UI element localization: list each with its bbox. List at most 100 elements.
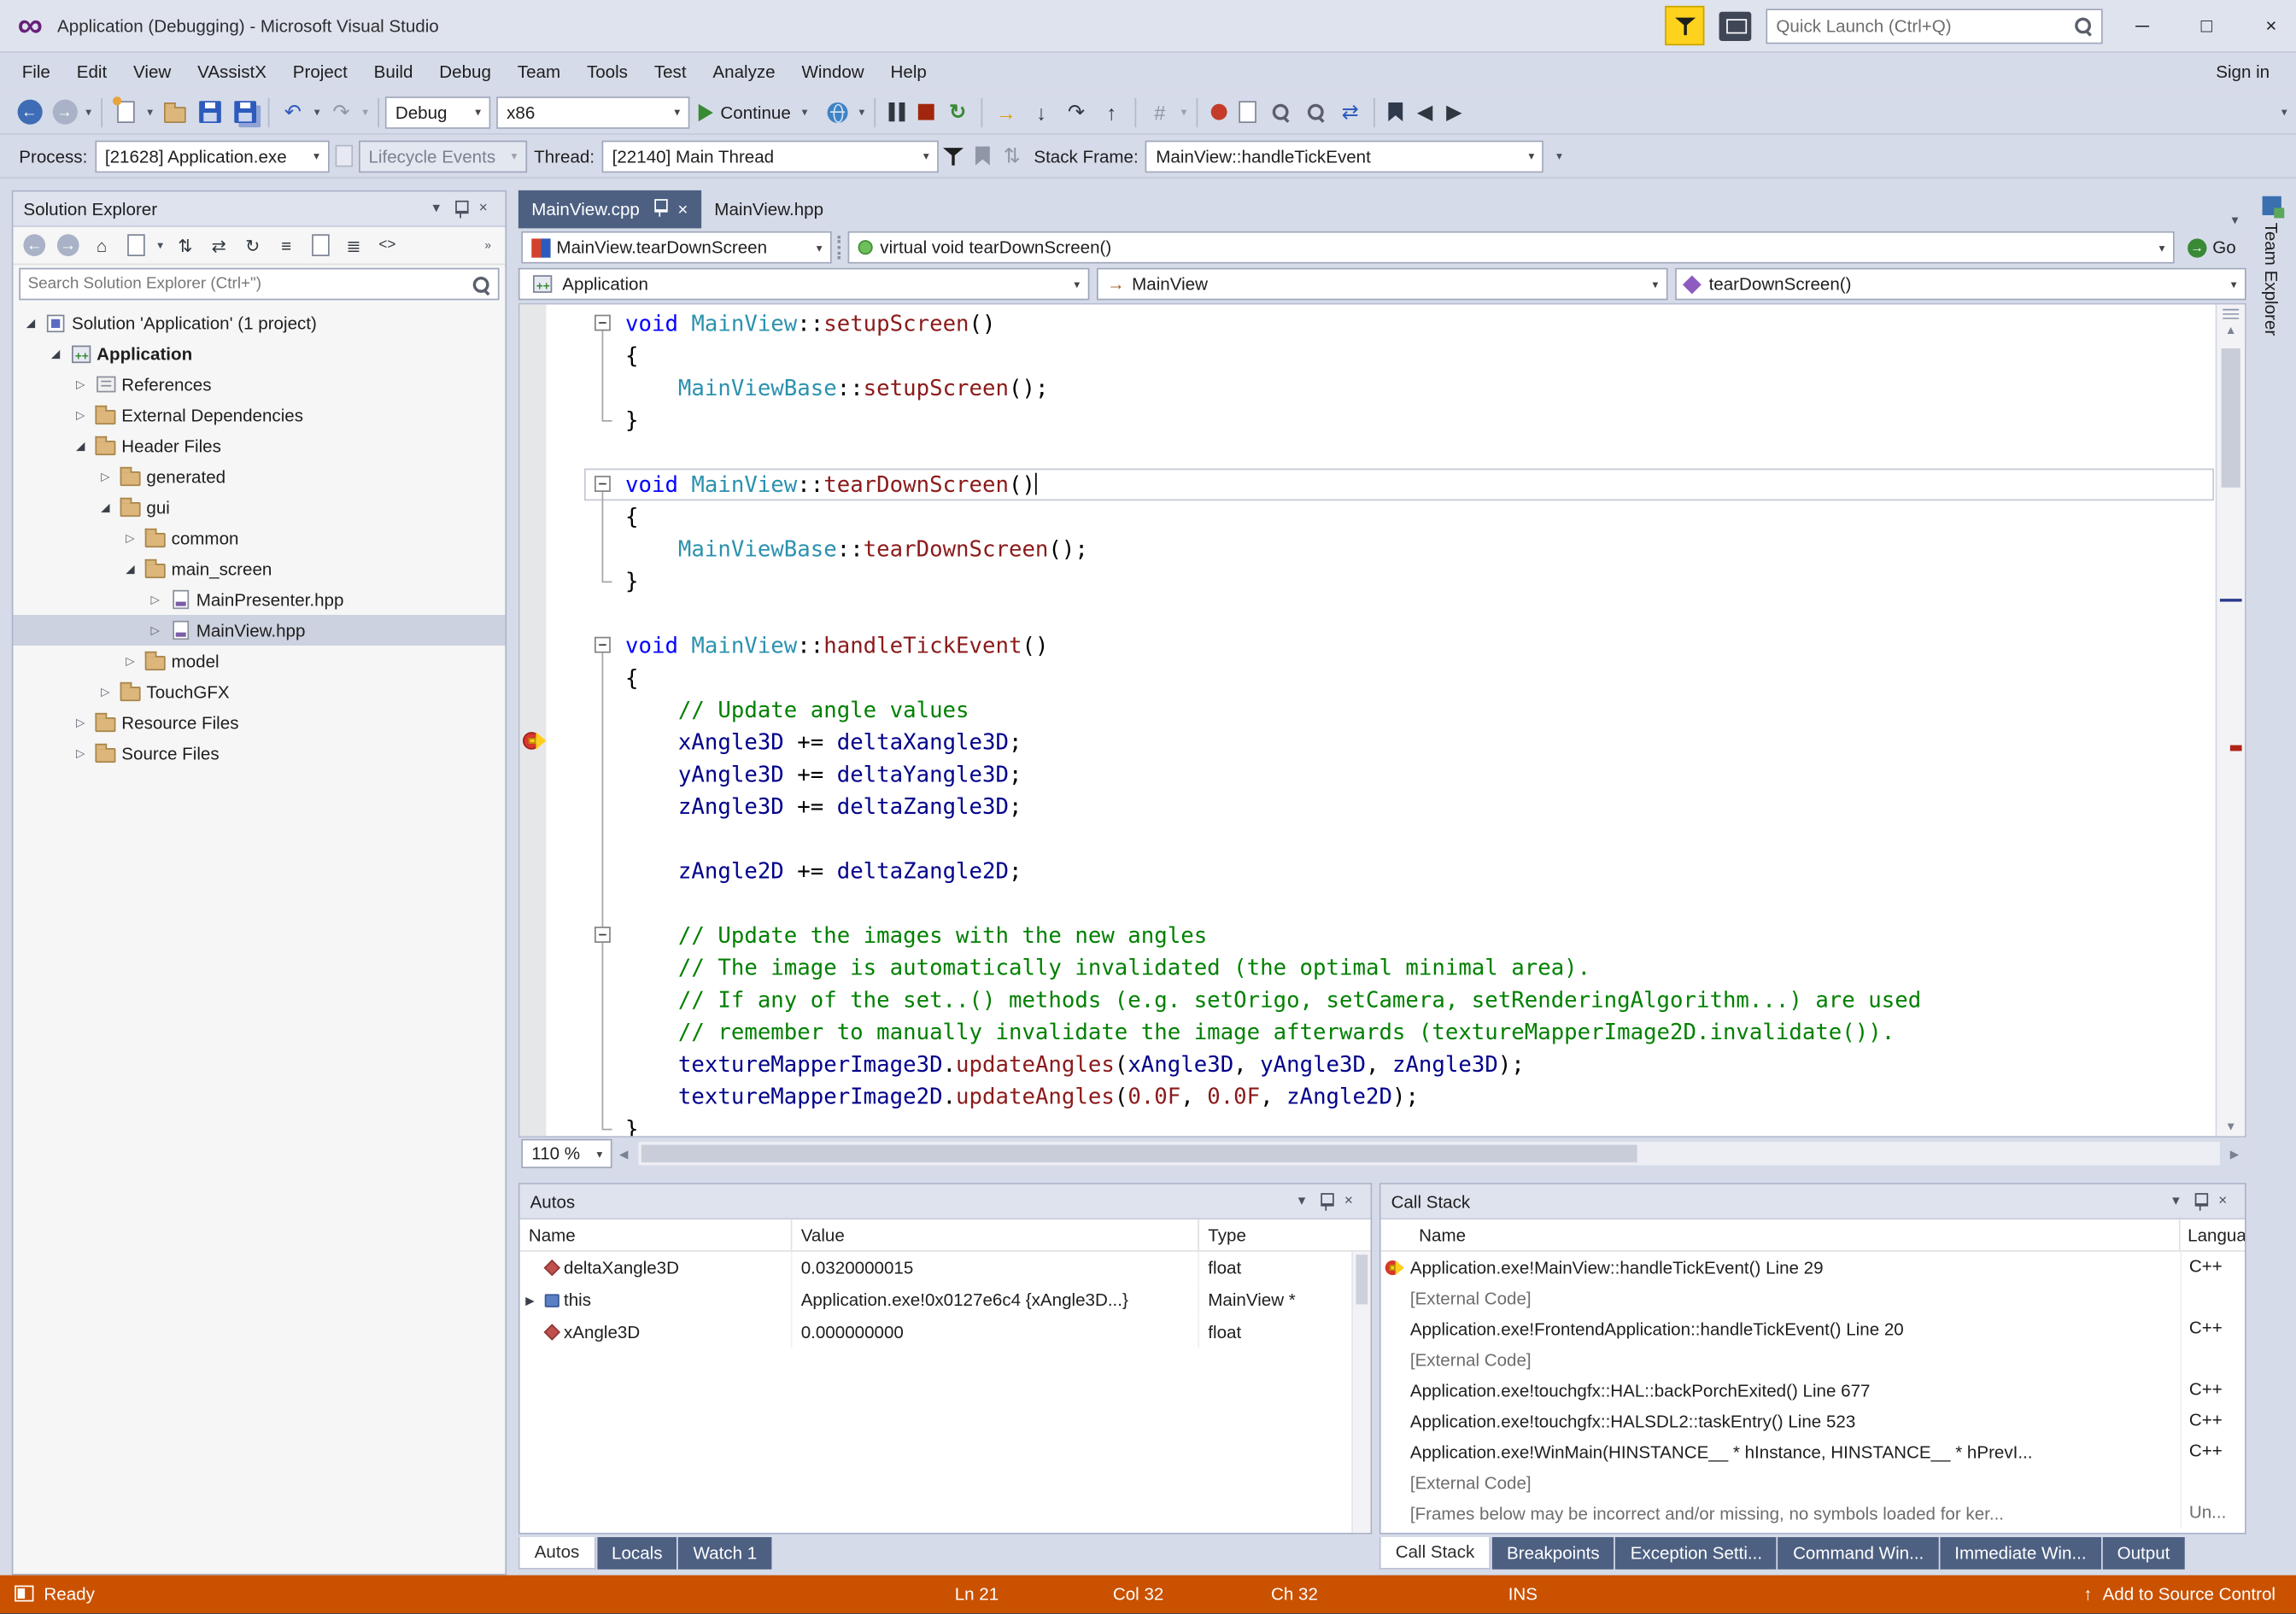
autos-row[interactable]: xAngle3D0.000000000float [520,1316,1371,1348]
menu-tools[interactable]: Tools [574,53,641,91]
code-line[interactable]: textureMapperImage3D.updateAngles(xAngle… [625,1048,2216,1080]
window-position-icon[interactable]: ▾ [2164,1190,2188,1213]
pending-changes-filter-icon[interactable]: ⇅ [170,230,201,260]
process-combo[interactable]: [21628] Application.exe▾ [95,140,329,173]
panel-tab-watch-1[interactable]: Watch 1 [678,1537,771,1570]
navigate-symbols-icon[interactable]: ⇄ [1332,95,1368,130]
call-stack-frame[interactable]: [Frames below may be incorrect and/or mi… [1381,1498,2245,1529]
flag-threads-icon[interactable] [968,138,997,173]
step-into-icon[interactable]: ↓ [1023,95,1058,130]
suspend-threads-icon[interactable]: ⇅ [998,138,1027,173]
code-line[interactable]: { [625,340,2216,372]
zoom-level-combo[interactable]: 110 % ▾ [521,1139,612,1168]
tree-collapsed-arrow-icon[interactable]: ▷ [144,623,167,636]
code-line[interactable]: yAngle3D += deltaYangle3D; [625,758,2216,791]
code-line[interactable]: void MainView::setupScreen() [625,307,2216,340]
previous-bookmark-icon[interactable]: ◀ [1410,95,1439,130]
breakpoints-window-icon[interactable] [1204,95,1233,130]
call-stack-frame[interactable]: [External Code] [1381,1344,2245,1375]
tree-collapsed-arrow-icon[interactable]: ▷ [119,531,142,544]
home-icon[interactable]: ⌂ [86,230,117,260]
open-file-icon[interactable] [156,95,191,130]
split-gripper-icon[interactable] [2223,309,2239,321]
sign-in-link[interactable]: Sign in [2216,61,2296,82]
code-line[interactable]: { [625,500,2216,533]
code-line[interactable]: textureMapperImage2D.updateAngles(0.0F, … [625,1080,2216,1113]
web-browser-dropdown-icon[interactable]: ▾ [855,105,868,118]
menu-help[interactable]: Help [877,53,940,91]
editor-horizontal-scrollbar[interactable] [638,1142,2219,1165]
scroll-left-icon[interactable]: ◀ [612,1147,636,1160]
continue-button[interactable]: Continue ▾ [689,95,820,130]
stack-frame-combo[interactable]: MainView::handleTickEvent▾ [1145,140,1543,173]
filter-badge-icon[interactable] [1665,6,1704,45]
tree-item[interactable]: ◢main_screen [13,553,505,584]
tree-item[interactable]: ▷common [13,523,505,553]
menu-file[interactable]: File [9,53,63,91]
call-stack-frame[interactable]: Application.exe!touchgfx::HALSDL2::taskE… [1381,1406,2245,1436]
window-position-icon[interactable]: ▾ [1290,1190,1313,1213]
panel-tab-breakpoints[interactable]: Breakpoints [1492,1537,1614,1570]
toolbar-overflow-icon[interactable]: ▾ [2281,105,2296,118]
lifecycle-events-icon[interactable] [329,138,358,173]
find-in-files-icon[interactable] [1297,95,1332,130]
document-tab[interactable]: MainView.cpp× [518,190,701,229]
tree-expanded-arrow-icon[interactable]: ◢ [19,316,42,329]
output-window-icon[interactable] [1233,95,1262,130]
autos-row[interactable]: deltaXangle3D0.0320000015float [520,1252,1371,1284]
tree-collapsed-arrow-icon[interactable]: ▷ [69,377,92,390]
break-all-icon[interactable] [882,95,911,130]
tree-expanded-arrow-icon[interactable]: ◢ [94,500,117,513]
menu-analyze[interactable]: Analyze [700,53,788,91]
bookmark-icon[interactable] [1381,95,1410,130]
tree-item[interactable]: ▷Source Files [13,738,505,769]
stop-debugging-icon[interactable] [911,95,940,130]
go-button[interactable]: → Go [2181,231,2244,264]
tree-collapsed-arrow-icon[interactable]: ▷ [94,470,117,482]
code-line[interactable] [625,597,2216,629]
menu-test[interactable]: Test [641,53,700,91]
code-line[interactable] [625,436,2216,469]
code-line[interactable]: } [625,1113,2216,1137]
fold-collapse-icon[interactable] [594,927,611,943]
va-definition-combo[interactable]: virtual void tearDownScreen() ▾ [848,231,2175,264]
expander-icon[interactable]: ▶ [520,1294,541,1307]
redo-dropdown-icon[interactable]: ▾ [359,105,372,118]
switch-views-icon[interactable] [120,230,151,260]
step-over-icon[interactable]: ↷ [1059,95,1094,130]
save-all-icon[interactable] [227,95,262,130]
close-icon[interactable]: × [1337,1190,1360,1213]
next-bookmark-icon[interactable]: ▶ [1439,95,1468,130]
new-file-icon[interactable] [108,95,144,130]
solution-search-input[interactable] [28,275,472,293]
fold-collapse-icon[interactable] [594,637,611,653]
call-stack-frame[interactable]: [External Code] [1381,1467,2245,1498]
navigate-forward-icon[interactable]: → [47,95,82,130]
call-stack-frame[interactable]: Application.exe!MainView::handleTickEven… [1381,1252,2245,1283]
tree-item[interactable]: ▷Resource Files [13,707,505,738]
sync-with-active-document-icon[interactable]: ⇄ [203,230,234,260]
title-bar[interactable]: ∞ Application (Debugging) - Microsoft Vi… [0,0,2296,53]
navigate-history-dropdown-icon[interactable]: ▾ [82,105,95,118]
code-line[interactable]: } [625,565,2216,598]
restart-icon[interactable]: ↻ [940,95,975,130]
code-line[interactable]: void MainView::handleTickEvent() [625,629,2216,662]
redo-icon[interactable]: ↷ [324,95,359,130]
navigate-backward-icon[interactable]: ← [12,95,47,130]
hex-display-icon[interactable]: # [1142,95,1177,130]
search-icon[interactable] [472,274,490,293]
call-stack-frame[interactable]: [External Code] [1381,1283,2245,1313]
tree-item[interactable]: ▷TouchGFX [13,676,505,707]
hex-dropdown-icon[interactable]: ▾ [1177,105,1190,118]
panel-tab-call-stack[interactable]: Call Stack [1379,1537,1491,1570]
tree-expanded-arrow-icon[interactable]: ◢ [44,347,67,360]
solution-configuration-combo[interactable]: Debug▾ [385,96,490,128]
undo-dropdown-icon[interactable]: ▾ [310,105,323,118]
menu-project[interactable]: Project [279,53,360,91]
code-line[interactable] [625,887,2216,920]
menu-window[interactable]: Window [788,53,877,91]
tree-item[interactable]: ▷References [13,369,505,400]
new-file-dropdown-icon[interactable]: ▾ [144,105,156,118]
code-lines[interactable]: void MainView::setupScreen(){ MainViewBa… [520,307,2216,1137]
close-button[interactable]: × [2246,0,2296,51]
